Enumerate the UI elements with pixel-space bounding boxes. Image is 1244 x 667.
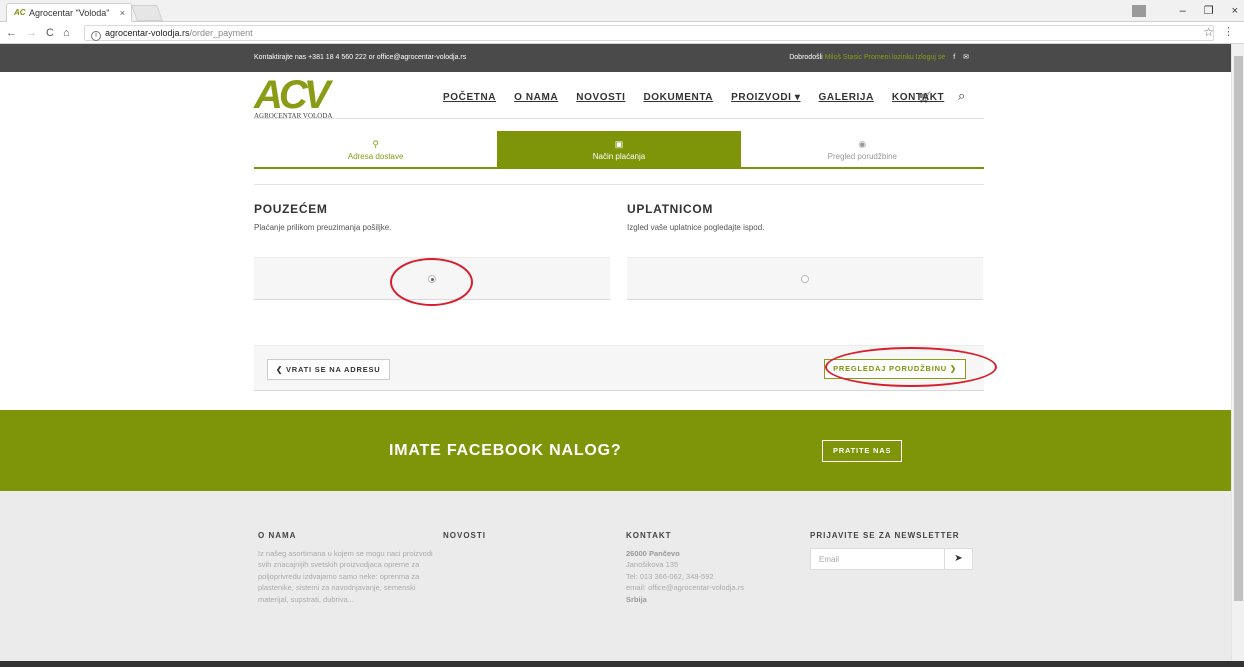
slip-title: UPLATNICOM [627,202,714,216]
footer-email[interactable]: email: office@agrocentar-volodja.rs [626,582,804,594]
forward-arrow-icon[interactable]: → [26,25,37,41]
info-icon[interactable]: i [91,31,101,41]
annotation-circle [390,258,473,306]
footer-news: NOVOSTI [443,530,621,548]
follow-us-button[interactable]: PRATITE NAS [822,440,903,462]
eye-icon: ◉ [858,139,867,149]
nav-o-nama[interactable]: O NAMA [514,92,558,103]
reload-icon[interactable]: C [46,25,54,41]
browser-tab[interactable]: AC Agrocentar "Voloda" × [6,3,132,22]
newsletter-title: PRIJAVITE SE ZA NEWSLETTER [810,531,960,540]
url-host: agrocentar-volodja.rs [105,28,190,38]
site-footer: O NAMA Iz našeg asortimana u kojem se mo… [0,491,1231,661]
tab-close-icon[interactable]: × [120,4,125,22]
facebook-banner: IMATE FACEBOOK NALOG? PRATITE NAS [0,410,1231,491]
header-divider [254,118,984,119]
page-scrollbar[interactable] [1231,44,1244,667]
step-address[interactable]: ⚲ Adresa dostave [254,131,497,167]
search-icon[interactable]: ⌕ [958,88,965,104]
welcome-area: Dobrodošli Miloš Stasic Promeni lozinku … [789,44,969,72]
bottom-bar [0,661,1244,667]
bookmark-star-icon[interactable]: ☆ [1203,25,1214,39]
top-contact-text: Kontaktirajte nas +381 18 4 560 222 or o… [254,54,467,61]
nav-dokumenta[interactable]: DOKUMENTA [643,92,713,103]
footer-news-title: NOVOSTI [443,531,487,540]
cart-icon[interactable]: 🛒︎ [918,91,932,104]
top-info-strip: Kontaktirajte nas +381 18 4 560 222 or o… [0,44,1231,72]
newsletter-email-field[interactable]: Email ➤ [810,547,973,570]
step-review[interactable]: ◉ Pregled porudžbine [741,131,984,167]
back-arrow-icon[interactable]: ← [6,25,17,41]
tab-title: Agrocentar "Voloda" [29,8,110,18]
step-review-label: Pregled porudžbine [827,152,898,161]
site-favicon-icon: AC [14,8,26,17]
step-address-label: Adresa dostave [347,152,404,161]
footer-contact-title: KONTAKT [626,531,672,540]
home-icon[interactable]: ⌂ [63,25,70,41]
nav-galerija[interactable]: GALERIJA [819,92,874,103]
footer-about-text: Iz našeg asortimana u kojem se mogu naci… [258,548,433,604]
scrollbar-thumb[interactable] [1234,56,1243,601]
slip-radio[interactable] [801,275,809,283]
slip-description: Izgled vaše uplatnice pogledajte ispod. [627,223,765,232]
map-pin-icon: ⚲ [372,139,379,149]
address-bar: ← → C ⌂ i agrocentar-volodja.rs/order_pay… [0,22,1244,44]
annotation-circle [825,347,997,387]
browser-tabbar: AC Agrocentar "Voloda" × – ❐ × [0,0,1244,22]
footer-phone: Tel: 013 366-062, 348-592 [626,571,714,581]
url-field[interactable]: i agrocentar-volodja.rs/order_payment [84,25,1214,41]
user-profile-icon[interactable] [1132,5,1146,17]
nav-novosti[interactable]: NOVOSTI [576,92,625,103]
maximize-icon[interactable]: ❐ [1204,0,1214,22]
footer-newsletter: PRIJAVITE SE ZA NEWSLETTER Email ➤ [810,530,990,570]
slip-radio-box[interactable] [627,257,983,300]
footer-country: Srbija [626,594,647,604]
footer-street: Janošikova 135 [626,560,679,569]
money-icon: ▣ [614,139,624,149]
back-to-address-button[interactable]: ❮ VRATI SE NA ADRESU [267,359,390,380]
send-icon[interactable]: ➤ [944,548,972,569]
close-window-icon[interactable]: × [1232,0,1238,22]
browser-menu-icon[interactable]: ⋮ [1223,25,1234,38]
account-links[interactable]: Miloš Stasic Promeni lozinku Izloguj se [825,54,946,61]
cod-title: POUZEĆEM [254,202,328,216]
nav-proizvodi[interactable]: PROIZVODI ▾ [731,92,800,103]
footer-city: 26000 Pančevo [626,548,680,558]
facebook-heading: IMATE FACEBOOK NALOG? [389,442,622,459]
mail-icon[interactable]: ✉ [963,54,969,61]
footer-about: O NAMA Iz našeg asortimana u kojem se mo… [258,530,436,605]
footer-about-title: O NAMA [258,531,297,540]
new-tab-button[interactable] [131,5,163,21]
url-path: /order_payment [189,28,253,38]
main-nav: POČETNA O NAMA NOVOSTI DOKUMENTA PROIZVO… [443,92,944,103]
nav-pocetna[interactable]: POČETNA [443,92,496,103]
steps-divider [254,184,984,185]
site-logo[interactable]: ACV AGROCENTAR VOLODA [254,73,344,120]
footer-contact: KONTAKT 26000 Pančevo Janošikova 135 Tel… [626,530,804,605]
welcome-label: Dobrodošli [789,54,823,61]
step-payment-label: Način plaćanja [592,152,646,161]
minimize-icon[interactable]: – [1180,0,1186,22]
checkout-steps: ⚲ Adresa dostave ▣ Način plaćanja ◉ Preg… [254,131,984,169]
facebook-icon[interactable]: f [953,54,955,61]
logo-mark: ACV [254,73,330,117]
payment-option-slip: UPLATNICOM Izgled vaše uplatnice pogleda… [627,202,983,300]
step-payment[interactable]: ▣ Način plaćanja [497,131,741,167]
newsletter-placeholder: Email [819,554,840,564]
cod-description: Plaćanje prilikom preuzimanja pošiljke. [254,223,392,232]
